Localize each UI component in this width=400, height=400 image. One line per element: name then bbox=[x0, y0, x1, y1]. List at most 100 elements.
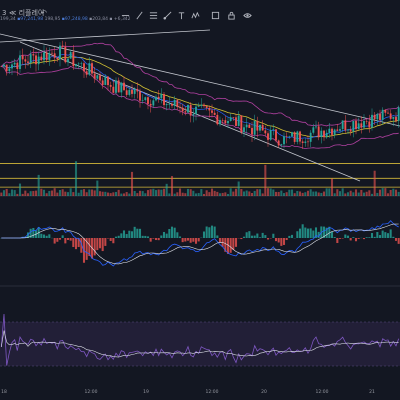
candle-body bbox=[37, 56, 40, 65]
text-icon[interactable] bbox=[177, 11, 186, 20]
candle-body bbox=[19, 55, 21, 69]
macd-histogram-bar bbox=[384, 232, 387, 238]
volume-bar bbox=[45, 193, 48, 196]
lock-icon[interactable] bbox=[227, 11, 236, 20]
volume-bar bbox=[298, 191, 302, 196]
volume-bar bbox=[101, 191, 104, 196]
macd-histogram-bar bbox=[98, 238, 102, 249]
macd-histogram-bar bbox=[162, 231, 166, 238]
volume-bar bbox=[152, 188, 155, 196]
volume-bar bbox=[224, 192, 227, 196]
volume-bar bbox=[104, 191, 107, 196]
macd-histogram-bar bbox=[365, 237, 368, 238]
volume-bar bbox=[392, 188, 395, 196]
macd-histogram-bar bbox=[226, 238, 230, 254]
volume-bar bbox=[333, 193, 336, 196]
macd-histogram-bar bbox=[96, 238, 99, 251]
volume-bar bbox=[242, 191, 246, 196]
volume-bar bbox=[29, 191, 32, 196]
macd-histogram-bar bbox=[306, 228, 310, 238]
volume-bar bbox=[349, 190, 352, 196]
volume-bar bbox=[77, 192, 80, 196]
macd-histogram-bar bbox=[344, 234, 347, 238]
volume-bar bbox=[160, 189, 163, 196]
candle-body bbox=[189, 104, 192, 116]
volume-bar bbox=[24, 190, 27, 196]
candle-body bbox=[291, 132, 293, 137]
rectangle-icon[interactable] bbox=[211, 11, 220, 20]
volume-bar bbox=[261, 193, 264, 196]
macd-histogram-bar bbox=[40, 233, 43, 238]
volume-bar bbox=[346, 192, 350, 196]
candle-body bbox=[208, 107, 211, 111]
volume-bar bbox=[136, 193, 139, 196]
candle-body bbox=[357, 123, 360, 130]
volume-bar bbox=[98, 191, 102, 196]
candle-body bbox=[395, 116, 397, 121]
candle-body bbox=[99, 75, 101, 81]
macd-histogram-bar bbox=[394, 238, 398, 241]
candle-body bbox=[235, 117, 237, 126]
macd-histogram-bar bbox=[256, 233, 259, 238]
macd-histogram-bar bbox=[192, 238, 195, 242]
macd-histogram-bar bbox=[170, 226, 174, 238]
trading-chart[interactable] bbox=[0, 0, 400, 400]
macd-histogram-bar bbox=[338, 238, 342, 239]
trend-line-icon[interactable] bbox=[135, 11, 144, 20]
volume-bar bbox=[360, 189, 363, 196]
time-tick: 12:00 bbox=[315, 390, 329, 395]
volume-bar bbox=[178, 188, 182, 196]
candle-body bbox=[245, 124, 248, 128]
volume-bar bbox=[80, 189, 83, 196]
volume-bar bbox=[125, 192, 128, 196]
macd-histogram-bar bbox=[349, 238, 352, 241]
volume-bar bbox=[61, 189, 64, 196]
volume-bar bbox=[296, 190, 299, 196]
candle-body bbox=[109, 85, 112, 87]
macd-histogram-bar bbox=[210, 225, 214, 238]
candle-body bbox=[125, 90, 128, 95]
legend-value-1: 199,34 bbox=[0, 17, 16, 22]
volume-bar bbox=[10, 189, 14, 196]
candle-body bbox=[72, 52, 75, 67]
candle-body bbox=[211, 110, 213, 113]
time-axis[interactable]: 18 12:00 19 12:00 20 12:00 21 bbox=[0, 387, 400, 400]
macd-histogram-bar bbox=[389, 229, 392, 238]
macd-histogram-bar bbox=[160, 235, 163, 238]
volume-bar bbox=[256, 189, 259, 196]
macd-histogram-bar bbox=[378, 235, 382, 238]
candle-body bbox=[136, 88, 139, 92]
candle-body bbox=[280, 144, 283, 146]
volume-bar bbox=[85, 192, 88, 196]
macd-histogram-bar bbox=[250, 235, 254, 238]
eye-icon[interactable] bbox=[243, 11, 252, 20]
volume-bar bbox=[240, 189, 243, 196]
candle-body bbox=[344, 120, 347, 131]
volume-bar bbox=[213, 190, 216, 196]
macd-histogram-bar bbox=[290, 234, 294, 238]
volume-bar bbox=[157, 189, 160, 196]
macd-histogram-bar bbox=[376, 231, 379, 238]
volume-bar bbox=[280, 190, 283, 196]
volume-bar bbox=[274, 191, 278, 196]
volume-bar bbox=[93, 190, 96, 196]
macd-histogram-bar bbox=[362, 238, 366, 240]
candle-body bbox=[341, 120, 344, 130]
pattern-icon[interactable] bbox=[191, 11, 200, 20]
macd-histogram-bar bbox=[117, 235, 120, 238]
candle-body bbox=[360, 123, 363, 128]
volume-bar bbox=[114, 191, 118, 196]
candle-body bbox=[91, 63, 93, 74]
candle-body bbox=[5, 64, 8, 72]
volume-bar bbox=[394, 189, 398, 196]
macd-histogram-bar bbox=[368, 237, 371, 238]
fib-icon[interactable] bbox=[149, 11, 158, 20]
candle-body bbox=[224, 120, 227, 124]
brush-icon[interactable] bbox=[163, 11, 172, 20]
candle-body bbox=[355, 120, 357, 130]
candle-body bbox=[123, 82, 125, 91]
candle-body bbox=[139, 91, 141, 101]
volume-bar bbox=[120, 193, 123, 196]
candle-body bbox=[323, 130, 325, 138]
volume-bar bbox=[66, 192, 70, 196]
